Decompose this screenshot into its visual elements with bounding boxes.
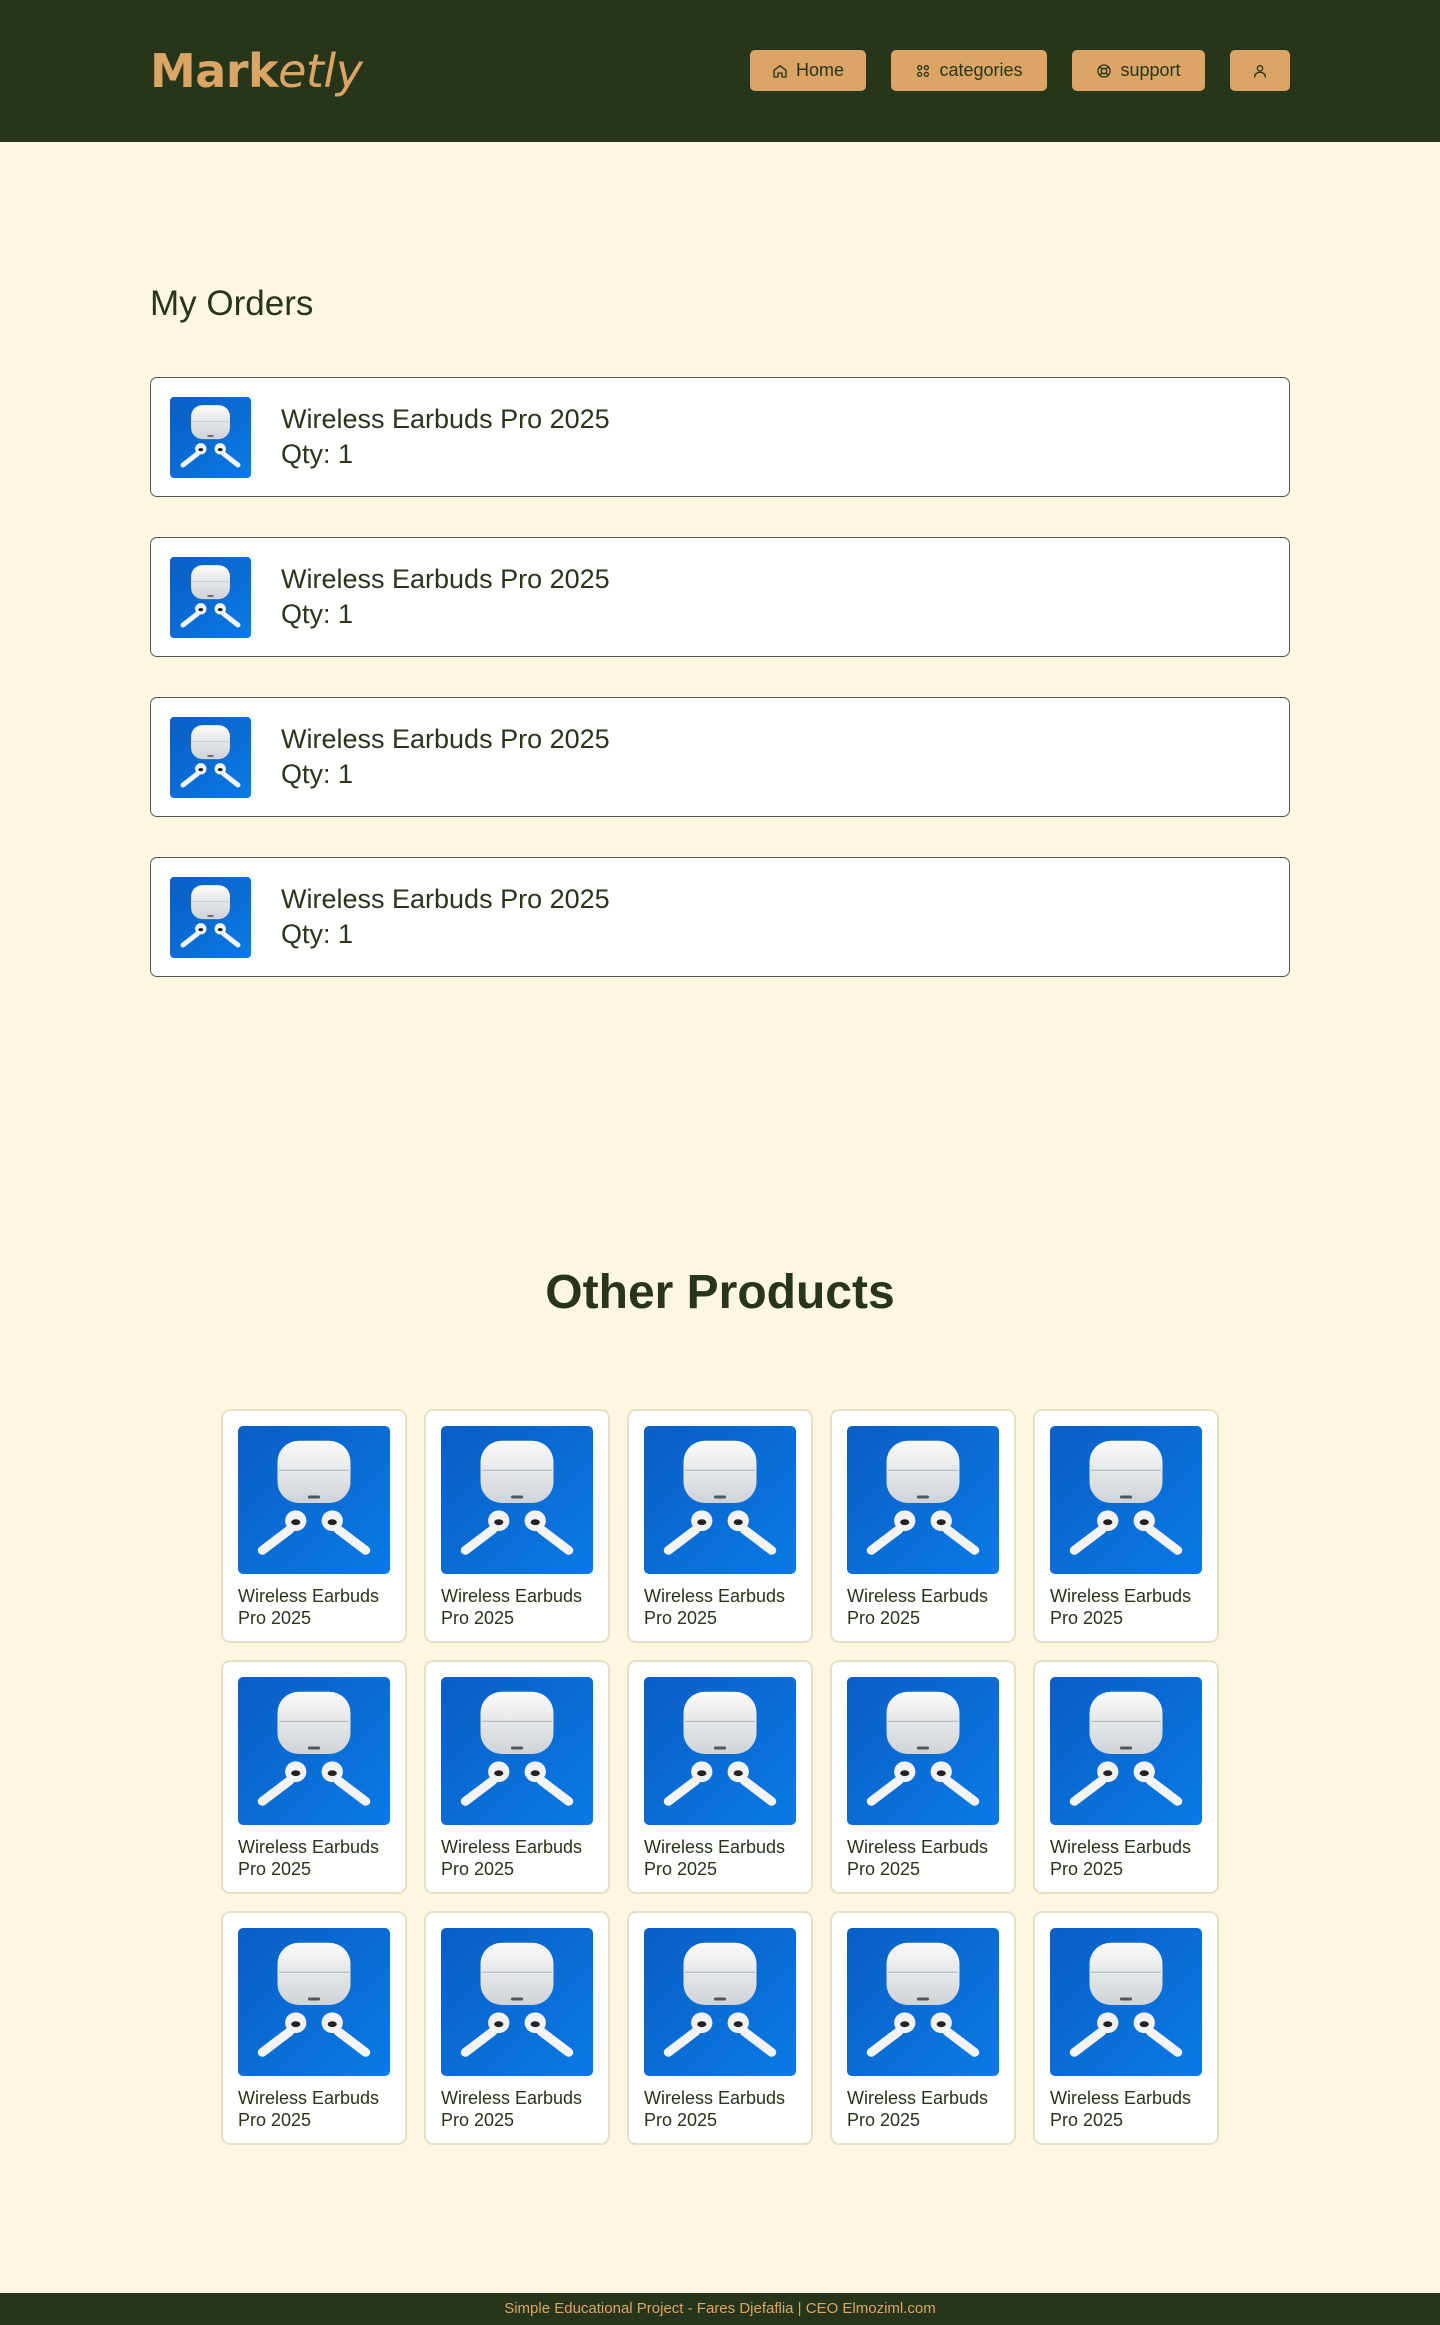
product-card[interactable]: Wireless Earbuds Pro 2025 <box>221 1660 407 1894</box>
order-product-name: Wireless Earbuds Pro 2025 <box>281 884 610 914</box>
product-image <box>170 717 251 798</box>
product-name: Wireless Earbuds Pro 2025 <box>441 1586 583 1628</box>
product-name: Wireless Earbuds Pro 2025 <box>238 1837 380 1879</box>
product-card[interactable]: Wireless Earbuds Pro 2025 <box>1033 1660 1219 1894</box>
product-name: Wireless Earbuds Pro 2025 <box>644 2088 786 2130</box>
nav-categories-button[interactable]: categories <box>891 50 1047 91</box>
product-thumbnail <box>1050 1677 1202 1825</box>
product-thumbnail <box>644 1426 796 1574</box>
order-item[interactable]: Wireless Earbuds Pro 2025 Qty: 1 <box>150 697 1290 817</box>
product-image <box>847 1677 999 1825</box>
footer: Simple Educational Project - Fares Djefa… <box>0 2293 1440 2325</box>
order-quantity: Qty: 1 <box>281 919 354 949</box>
top-header: Marketly Home categories support <box>0 0 1440 142</box>
product-card[interactable]: Wireless Earbuds Pro 2025 <box>221 1409 407 1643</box>
product-thumbnail <box>847 1677 999 1825</box>
product-card[interactable]: Wireless Earbuds Pro 2025 <box>830 1911 1016 2145</box>
product-thumbnail <box>238 1677 390 1825</box>
product-image <box>644 1928 796 2076</box>
product-image <box>441 1426 593 1574</box>
order-item[interactable]: Wireless Earbuds Pro 2025 Qty: 1 <box>150 857 1290 977</box>
order-item[interactable]: Wireless Earbuds Pro 2025 Qty: 1 <box>150 377 1290 497</box>
order-quantity: Qty: 1 <box>281 599 354 629</box>
order-thumbnail <box>170 557 251 638</box>
product-card[interactable]: Wireless Earbuds Pro 2025 <box>221 1911 407 2145</box>
product-thumbnail <box>847 1426 999 1574</box>
product-name: Wireless Earbuds Pro 2025 <box>441 1837 583 1879</box>
product-thumbnail <box>644 1928 796 2076</box>
product-name: Wireless Earbuds Pro 2025 <box>238 1586 380 1628</box>
product-name: Wireless Earbuds Pro 2025 <box>1050 1837 1192 1879</box>
product-name: Wireless Earbuds Pro 2025 <box>441 2088 583 2130</box>
nav-support-button[interactable]: support <box>1072 50 1205 91</box>
product-image <box>170 557 251 638</box>
product-card[interactable]: Wireless Earbuds Pro 2025 <box>424 1409 610 1643</box>
product-thumbnail <box>441 1426 593 1574</box>
product-thumbnail <box>238 1426 390 1574</box>
product-name: Wireless Earbuds Pro 2025 <box>644 1586 786 1628</box>
product-name: Wireless Earbuds Pro 2025 <box>644 1837 786 1879</box>
product-image <box>644 1677 796 1825</box>
product-name: Wireless Earbuds Pro 2025 <box>847 2088 989 2130</box>
nav-categories-label: categories <box>939 60 1023 80</box>
product-image <box>238 1677 390 1825</box>
other-products-title: Other Products <box>545 1266 895 1319</box>
product-name: Wireless Earbuds Pro 2025 <box>238 2088 380 2130</box>
product-card[interactable]: Wireless Earbuds Pro 2025 <box>1033 1911 1219 2145</box>
product-image <box>1050 1928 1202 2076</box>
order-quantity: Qty: 1 <box>281 759 354 789</box>
product-card[interactable]: Wireless Earbuds Pro 2025 <box>627 1660 813 1894</box>
brand-logo[interactable]: Marketly <box>150 44 363 98</box>
product-card[interactable]: Wireless Earbuds Pro 2025 <box>627 1911 813 2145</box>
user-account-button[interactable] <box>1230 50 1290 91</box>
product-name: Wireless Earbuds Pro 2025 <box>847 1586 989 1628</box>
order-product-name: Wireless Earbuds Pro 2025 <box>281 564 610 594</box>
product-card[interactable]: Wireless Earbuds Pro 2025 <box>830 1409 1016 1643</box>
order-item[interactable]: Wireless Earbuds Pro 2025 Qty: 1 <box>150 537 1290 657</box>
product-card[interactable]: Wireless Earbuds Pro 2025 <box>830 1660 1016 1894</box>
order-product-name: Wireless Earbuds Pro 2025 <box>281 724 610 754</box>
user-icon <box>1254 64 1266 78</box>
product-thumbnail <box>1050 1426 1202 1574</box>
product-thumbnail <box>644 1677 796 1825</box>
product-image <box>441 1928 593 2076</box>
product-image <box>441 1677 593 1825</box>
product-image <box>170 877 251 958</box>
product-card[interactable]: Wireless Earbuds Pro 2025 <box>424 1660 610 1894</box>
nav-home-label: Home <box>795 60 844 80</box>
footer-text: Simple Educational Project - Fares Djefa… <box>504 2300 936 2317</box>
product-image <box>847 1928 999 2076</box>
nav-home-button[interactable]: Home <box>750 50 866 91</box>
product-thumbnail <box>238 1928 390 2076</box>
product-thumbnail <box>1050 1928 1202 2076</box>
home-icon <box>773 64 787 78</box>
my-orders-title: My Orders <box>150 284 314 323</box>
product-card[interactable]: Wireless Earbuds Pro 2025 <box>1033 1409 1219 1643</box>
product-name: Wireless Earbuds Pro 2025 <box>1050 2088 1192 2130</box>
product-thumbnail <box>441 1677 593 1825</box>
product-image <box>1050 1677 1202 1825</box>
order-product-name: Wireless Earbuds Pro 2025 <box>281 404 610 434</box>
product-image <box>238 1426 390 1574</box>
product-image <box>170 397 251 478</box>
product-thumbnail <box>847 1928 999 2076</box>
product-card[interactable]: Wireless Earbuds Pro 2025 <box>627 1409 813 1643</box>
grid-icon <box>917 64 930 77</box>
order-quantity: Qty: 1 <box>281 439 354 469</box>
product-name: Wireless Earbuds Pro 2025 <box>1050 1586 1192 1628</box>
order-thumbnail <box>170 717 251 798</box>
product-name: Wireless Earbuds Pro 2025 <box>847 1837 989 1879</box>
product-image <box>644 1426 796 1574</box>
order-thumbnail <box>170 877 251 958</box>
product-image <box>847 1426 999 1574</box>
nav-support-label: support <box>1120 60 1181 80</box>
product-image <box>1050 1426 1202 1574</box>
product-thumbnail <box>441 1928 593 2076</box>
lifebuoy-icon <box>1097 63 1112 78</box>
order-thumbnail <box>170 397 251 478</box>
product-image <box>238 1928 390 2076</box>
product-card[interactable]: Wireless Earbuds Pro 2025 <box>424 1911 610 2145</box>
